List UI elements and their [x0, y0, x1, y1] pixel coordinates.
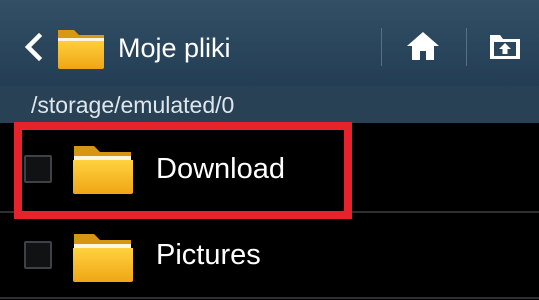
list-divider	[0, 297, 539, 299]
folder-upload-icon	[490, 35, 520, 59]
action-bar: Moje pliki	[0, 0, 539, 86]
row-checkbox[interactable]	[24, 241, 52, 269]
toolbar-divider	[381, 28, 382, 66]
toolbar-divider	[466, 28, 467, 66]
row-checkbox[interactable]	[24, 155, 52, 183]
list-item-label: Pictures	[156, 239, 261, 271]
breadcrumb[interactable]: /storage/emulated/0	[0, 86, 539, 123]
my-files-screen: Moje pliki /storage/emulated/0 Download …	[0, 0, 539, 300]
folder-icon	[72, 229, 134, 283]
folder-icon	[72, 141, 134, 195]
home-icon	[407, 32, 439, 60]
current-path: /storage/emulated/0	[31, 92, 235, 118]
chevron-left-icon[interactable]	[23, 32, 45, 62]
home-button[interactable]	[392, 18, 456, 74]
upload-folder-button[interactable]	[476, 18, 538, 74]
list-item-label: Download	[156, 153, 285, 185]
app-title: Moje pliki	[118, 33, 231, 63]
list-item-pictures[interactable]: Pictures	[0, 213, 539, 297]
list-item-download[interactable]: Download	[0, 127, 539, 211]
folder-icon[interactable]	[56, 24, 106, 70]
